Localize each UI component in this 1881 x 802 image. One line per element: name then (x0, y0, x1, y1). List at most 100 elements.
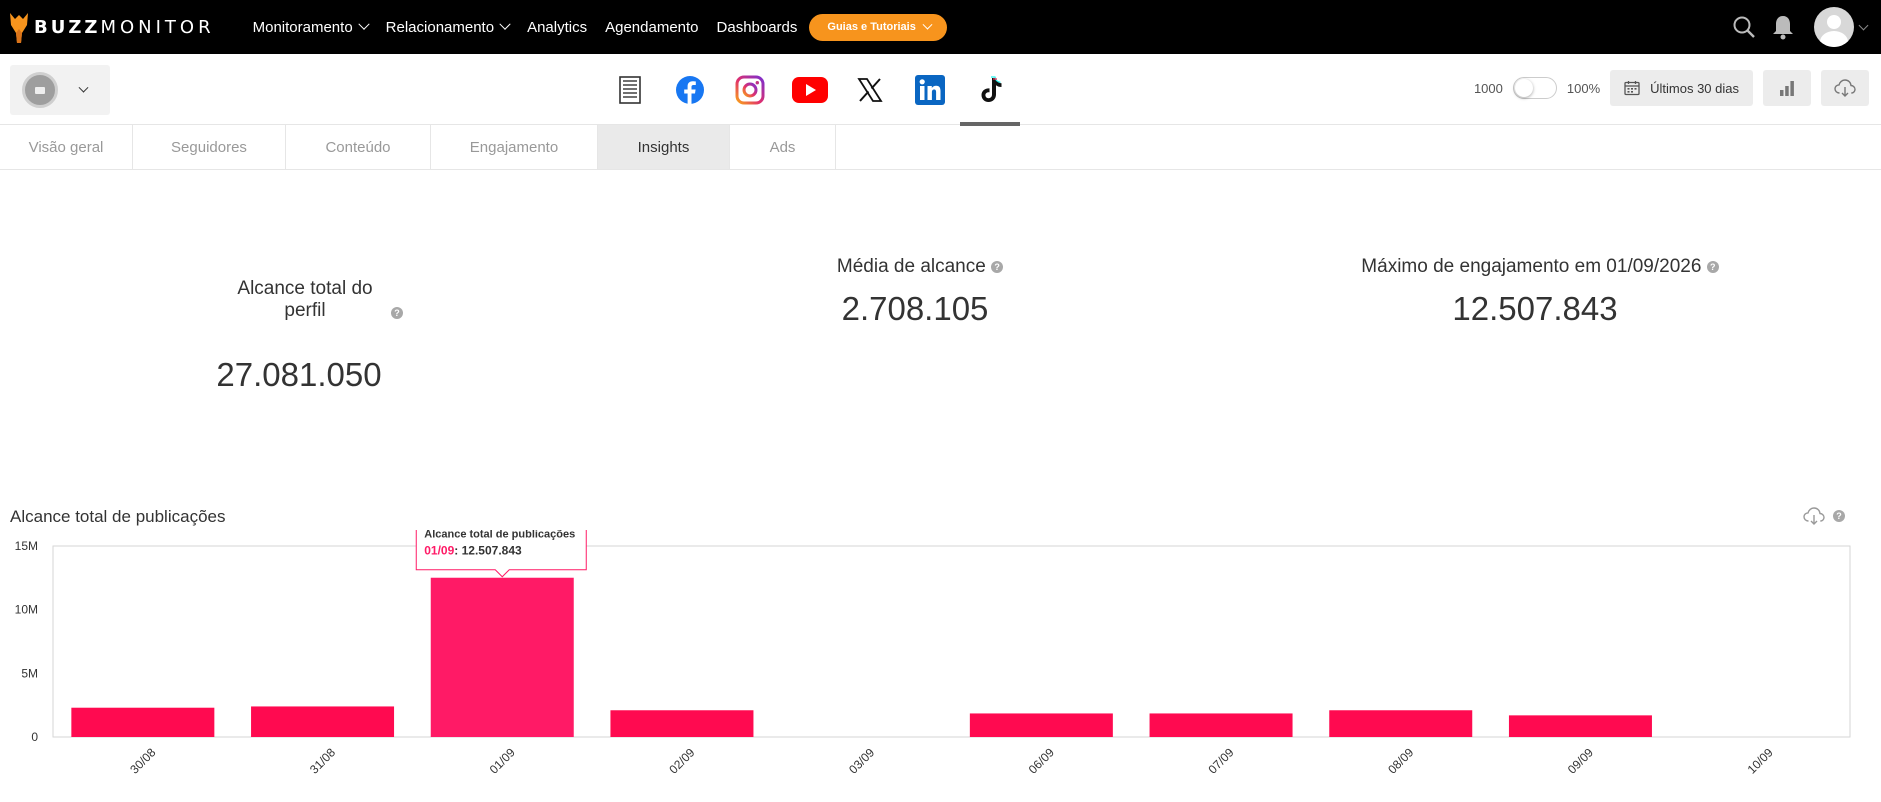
cloud-download-icon (1834, 79, 1856, 97)
metric-average-reach: Média de alcance ? 2.708.105 (770, 256, 1070, 328)
user-avatar[interactable] (1814, 7, 1854, 47)
network-tab-tiktok[interactable] (960, 54, 1020, 126)
nav-label: Monitoramento (252, 18, 353, 36)
nav-agendamento[interactable]: Agendamento (605, 19, 698, 36)
profile-selector[interactable] (10, 65, 110, 115)
network-tab-document[interactable] (600, 54, 660, 125)
help-icon[interactable]: ? (391, 307, 403, 319)
brand-thin: MONITOR (100, 16, 215, 38)
bell-icon[interactable] (1772, 14, 1794, 40)
insights-tabs: Visão geral Seguidores Conteúdo Engajame… (0, 125, 1881, 170)
youtube-icon (792, 76, 828, 103)
chevron-down-icon (922, 19, 933, 30)
chevron-down-icon (358, 18, 370, 30)
nav-label: Analytics (527, 18, 588, 36)
metric-label-text: Média de alcance (836, 256, 986, 277)
nav-analytics[interactable]: Analytics (527, 19, 587, 36)
nav-relacionamento[interactable]: Relacionamento (385, 18, 511, 36)
metric-value: 12.507.843 (1452, 290, 1618, 327)
help-icon[interactable]: ? (1706, 260, 1719, 273)
search-icon[interactable] (1732, 15, 1756, 39)
instagram-icon (735, 75, 765, 104)
nav-monitoramento[interactable]: Monitoramento (252, 18, 370, 36)
bar (251, 706, 395, 737)
chart-view-button[interactable] (1763, 70, 1811, 106)
date-range-label: Últimos 30 dias (1650, 80, 1739, 96)
metric-label-line1: Alcance total do (237, 278, 373, 299)
percent-scale-label: 100% (1566, 80, 1601, 96)
chart-title: Alcance total de publicações (10, 507, 226, 526)
bar (969, 713, 1113, 737)
metric-label: Máximo de engajamento em 01/09/2026 ? (1320, 256, 1760, 278)
metric-label: Média de alcance ? (770, 256, 1070, 278)
calendar-icon (1624, 81, 1640, 96)
x-tick-label: 01/09 (487, 745, 518, 776)
y-tick-label: 15M (15, 539, 38, 553)
chevron-down-icon[interactable] (1858, 20, 1869, 30)
bar-chart-icon (1780, 81, 1794, 96)
metric-label-line2: perfil (284, 300, 326, 321)
metric-value: 2.708.105 (841, 290, 989, 327)
network-tabs (600, 54, 1020, 126)
network-tab-instagram[interactable] (720, 54, 780, 125)
document-icon (619, 75, 641, 104)
tab-visao-geral[interactable]: Visão geral (0, 125, 133, 169)
date-range-button[interactable]: Últimos 30 dias (1610, 70, 1753, 106)
nav-label: Relacionamento (385, 18, 495, 36)
y-tick-label: 0 (31, 730, 38, 744)
tab-conteudo[interactable]: Conteúdo (286, 125, 431, 169)
network-tab-x[interactable] (840, 54, 900, 125)
download-button[interactable] (1821, 70, 1869, 106)
x-icon (857, 77, 883, 102)
metric-total-reach: Alcance total do perfil ? 27.081.050 (200, 278, 410, 394)
x-tick-label: 31/08 (307, 745, 338, 776)
bar (1149, 713, 1293, 737)
top-navigation-bar: BUZZMONITOR Monitoramento Relacionamento… (0, 0, 1881, 54)
scale-toggle[interactable] (1512, 77, 1557, 99)
main-nav: Monitoramento Relacionamento Analytics A… (253, 0, 947, 54)
guides-label: Guias e Tutoriais (827, 21, 916, 33)
x-tick-label: 06/09 (1026, 745, 1057, 776)
metric-max-engagement: Máximo de engajamento em 01/09/2026 ? 12… (1320, 256, 1760, 328)
tooltip-title: Alcance total de publicações (424, 530, 575, 541)
network-tab-linkedin[interactable] (900, 54, 960, 125)
x-tick-label: 02/09 (666, 745, 697, 776)
nav-label: Dashboards (716, 18, 798, 36)
chevron-down-icon (78, 82, 89, 93)
buzzmonitor-logo[interactable]: BUZZMONITOR (8, 0, 215, 54)
profile-avatar (22, 72, 58, 108)
help-icon[interactable]: ? (991, 260, 1004, 273)
nav-dashboards[interactable]: Dashboards (717, 19, 798, 36)
nav-label: Agendamento (605, 18, 699, 36)
x-tick-label: 09/09 (1565, 745, 1596, 776)
tab-seguidores[interactable]: Seguidores (133, 125, 286, 169)
view-controls: 1000 100% Últimos 30 dias (1474, 70, 1869, 106)
bar (610, 710, 754, 737)
y-tick-label: 10M (15, 603, 38, 617)
chevron-down-icon (499, 18, 511, 30)
network-tab-facebook[interactable] (660, 54, 720, 125)
tab-insights[interactable]: Insights (598, 125, 730, 169)
help-icon[interactable]: ? (1833, 510, 1845, 522)
y-tick-label: 5M (21, 666, 38, 680)
profile-toolbar: 1000 100% Últimos 30 dias (0, 54, 1881, 126)
tab-ads[interactable]: Ads (730, 125, 836, 169)
cloud-download-icon[interactable] (1803, 507, 1825, 525)
tiktok-icon (981, 75, 1002, 102)
bar (1329, 710, 1473, 737)
brand-name: BUZZMONITOR (34, 17, 215, 38)
guides-tutorials-button[interactable]: Guias e Tutoriais (809, 13, 947, 41)
reach-bar-chart: 0 5M 10M 15M 30/08 31/08 01/09 02/09 03/09 06/09 0… (15, 530, 1851, 777)
x-tick-label: 30/08 (127, 745, 158, 776)
tab-engajamento[interactable]: Engajamento (431, 125, 598, 169)
x-tick-label: 03/09 (846, 745, 877, 776)
chart-tools: ? (1803, 507, 1845, 525)
metric-label: Alcance total do perfil ? (200, 278, 410, 322)
metric-label-text: Máximo de engajamento em 01/09/2026 (1361, 256, 1702, 277)
network-tab-youtube[interactable] (780, 54, 840, 125)
x-tick-label: 08/09 (1385, 745, 1416, 776)
top-right-actions (1732, 0, 1869, 54)
bar (430, 577, 574, 737)
brand-bold: BUZZ (34, 16, 101, 38)
bar (71, 707, 215, 737)
